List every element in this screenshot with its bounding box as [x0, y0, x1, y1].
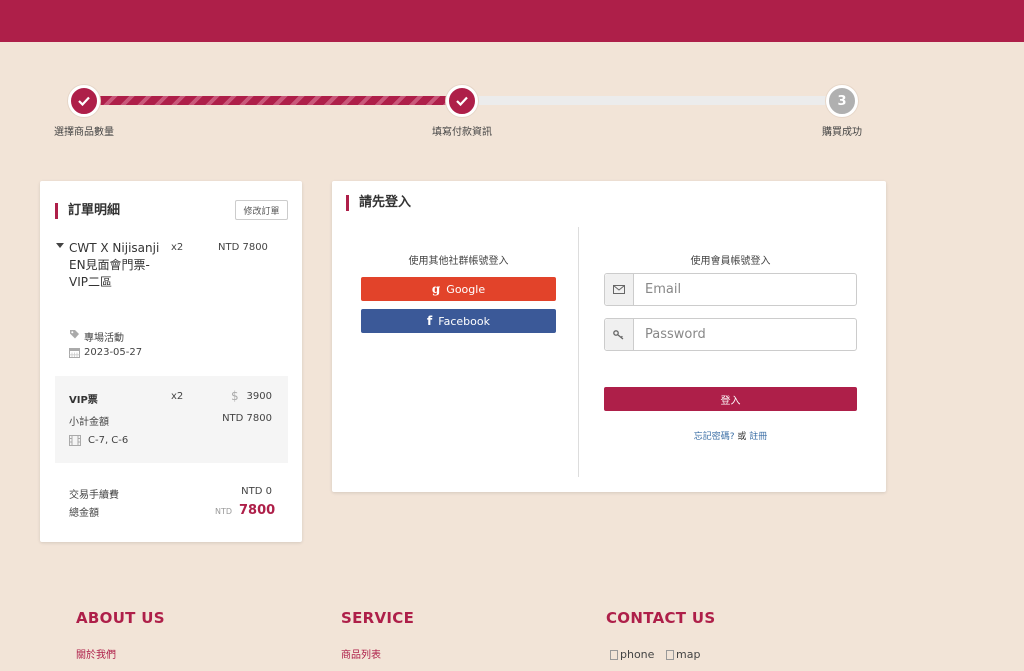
google-login-button[interactable]: g Google	[361, 277, 556, 301]
footer-contact-heading: CONTACT US	[606, 609, 716, 627]
footer-service-heading: SERVICE	[341, 609, 415, 627]
register-link[interactable]: 註冊	[749, 432, 767, 442]
step-2-label: 填寫付款資訊	[432, 127, 492, 138]
step-2-check-icon	[446, 85, 478, 117]
login-title: 請先登入	[346, 195, 411, 211]
phone-image: phone	[610, 648, 654, 661]
subtotal-label: 小計金額	[69, 417, 109, 428]
forgot-password-link[interactable]: 忘記密碼?	[694, 432, 735, 442]
fee-label: 交易手續費	[69, 490, 119, 501]
password-field-group	[604, 318, 857, 351]
step-1-label: 選擇商品數量	[54, 127, 114, 138]
step-3-number: 3	[826, 85, 858, 117]
subtotal-value: NTD 7800	[222, 413, 272, 424]
dollar-icon: $	[231, 389, 239, 403]
facebook-login-button[interactable]: f Facebook	[361, 309, 556, 333]
google-icon: g	[431, 282, 441, 296]
progress-track-remaining	[462, 96, 842, 105]
ticket-qty: x2	[171, 391, 184, 402]
event-date: 2023-05-27	[84, 347, 143, 358]
step-3-label: 購買成功	[822, 127, 862, 138]
total-label: 總金額	[69, 508, 99, 519]
progress-track-complete	[84, 96, 462, 105]
caret-down-icon[interactable]	[56, 243, 64, 248]
seat-film-icon	[69, 435, 81, 446]
google-button-label: Google	[446, 282, 486, 296]
or-text: 或	[737, 432, 747, 442]
seat-numbers: C-7, C-6	[88, 435, 129, 446]
login-submit-button[interactable]: 登入	[604, 387, 857, 411]
facebook-icon: f	[427, 314, 433, 328]
product-price: NTD 7800	[218, 242, 268, 253]
calendar-icon	[69, 348, 80, 358]
broken-image-icon	[666, 649, 674, 660]
account-links: 忘記密碼? 或 註冊	[604, 429, 857, 442]
total-currency: NTD	[215, 507, 233, 516]
footer-product-list-link[interactable]: 商品列表	[341, 646, 381, 661]
order-summary-card: 訂單明細 修改訂單 CWT X Nijisanji EN見面會門票-VIP二區 …	[40, 181, 302, 542]
tag-icon	[70, 330, 79, 339]
ticket-name: VIP票	[69, 395, 98, 406]
member-login-heading: 使用會員帳號登入	[690, 256, 771, 267]
checkout-progress: 3 選擇商品數量 填寫付款資訊 購買成功	[0, 80, 1024, 150]
product-qty: x2	[171, 242, 184, 253]
step-1-check-icon	[68, 85, 100, 117]
total-amount: 7800	[239, 503, 276, 518]
facebook-button-label: Facebook	[438, 314, 490, 328]
login-card: 請先登入 使用其他社群帳號登入 g Google f Facebook 使用會員…	[332, 181, 886, 492]
email-input[interactable]	[634, 274, 856, 305]
top-navbar	[0, 0, 1024, 42]
password-input[interactable]	[634, 319, 856, 350]
footer-about-heading: ABOUT US	[76, 609, 165, 627]
envelope-icon	[605, 274, 634, 305]
ticket-unit-price: 3900	[246, 391, 272, 402]
product-name: CWT X Nijisanji EN見面會門票-VIP二區	[69, 241, 160, 289]
edit-order-button[interactable]: 修改訂單	[235, 200, 288, 220]
column-divider	[578, 227, 579, 477]
product-category: 專場活動	[84, 333, 124, 344]
map-image: map	[666, 648, 700, 661]
social-login-heading: 使用其他社群帳號登入	[408, 256, 509, 267]
order-title: 訂單明細	[55, 203, 120, 219]
email-field-group	[604, 273, 857, 306]
fee-value: NTD 0	[241, 486, 272, 497]
broken-image-icon	[610, 649, 618, 660]
footer-about-link[interactable]: 關於我們	[76, 646, 116, 661]
key-icon	[605, 319, 634, 350]
